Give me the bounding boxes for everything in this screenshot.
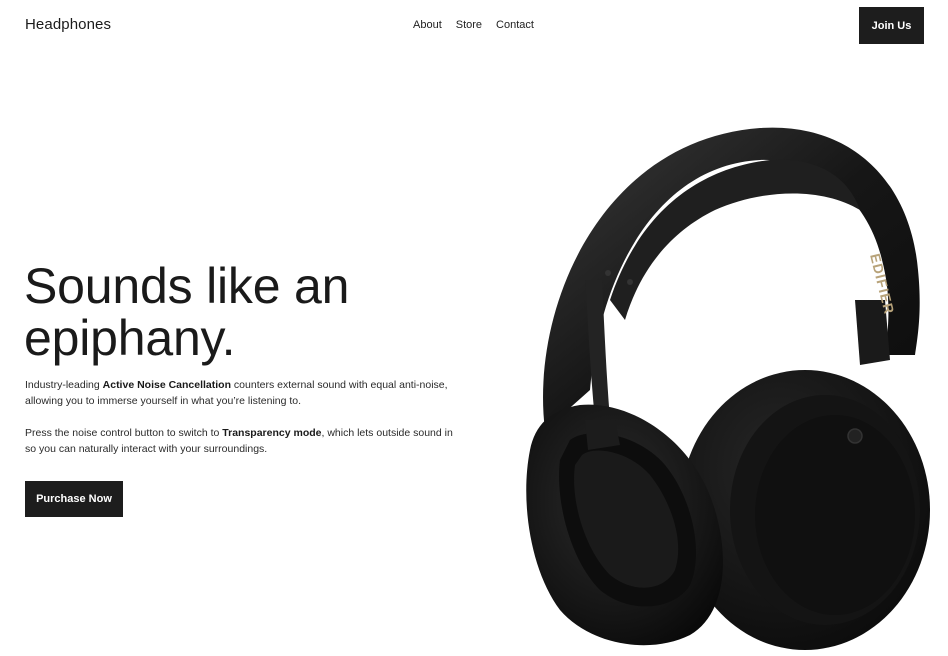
main-nav: About Store Contact [413, 19, 548, 31]
headline-line-2: epiphany. [24, 310, 236, 366]
nav-link-contact[interactable]: Contact [496, 19, 534, 31]
purchase-now-button[interactable]: Purchase Now [25, 481, 123, 517]
anc-text-start: Industry-leading [25, 379, 103, 391]
headphones-image: EDIFIER [526, 127, 930, 650]
nav-link-store[interactable]: Store [456, 19, 482, 31]
transparency-highlight: Transparency mode [222, 427, 322, 439]
transparency-text-start: Press the noise control button to switch… [25, 427, 223, 439]
landing-page: Headphones About Store Contact Join Us S… [0, 0, 948, 656]
transparency-description: Press the noise control button to switch… [25, 425, 465, 457]
site-logo[interactable]: Headphones [25, 16, 111, 33]
anc-highlight: Active Noise Cancellation [102, 379, 232, 391]
anc-description: Industry-leading Active Noise Cancellati… [25, 377, 465, 409]
join-us-button[interactable]: Join Us [859, 7, 924, 44]
headline-line-1: Sounds like an [24, 258, 350, 314]
nav-link-about[interactable]: About [413, 19, 442, 31]
hero-headline: Sounds like an epiphany. [24, 260, 349, 364]
